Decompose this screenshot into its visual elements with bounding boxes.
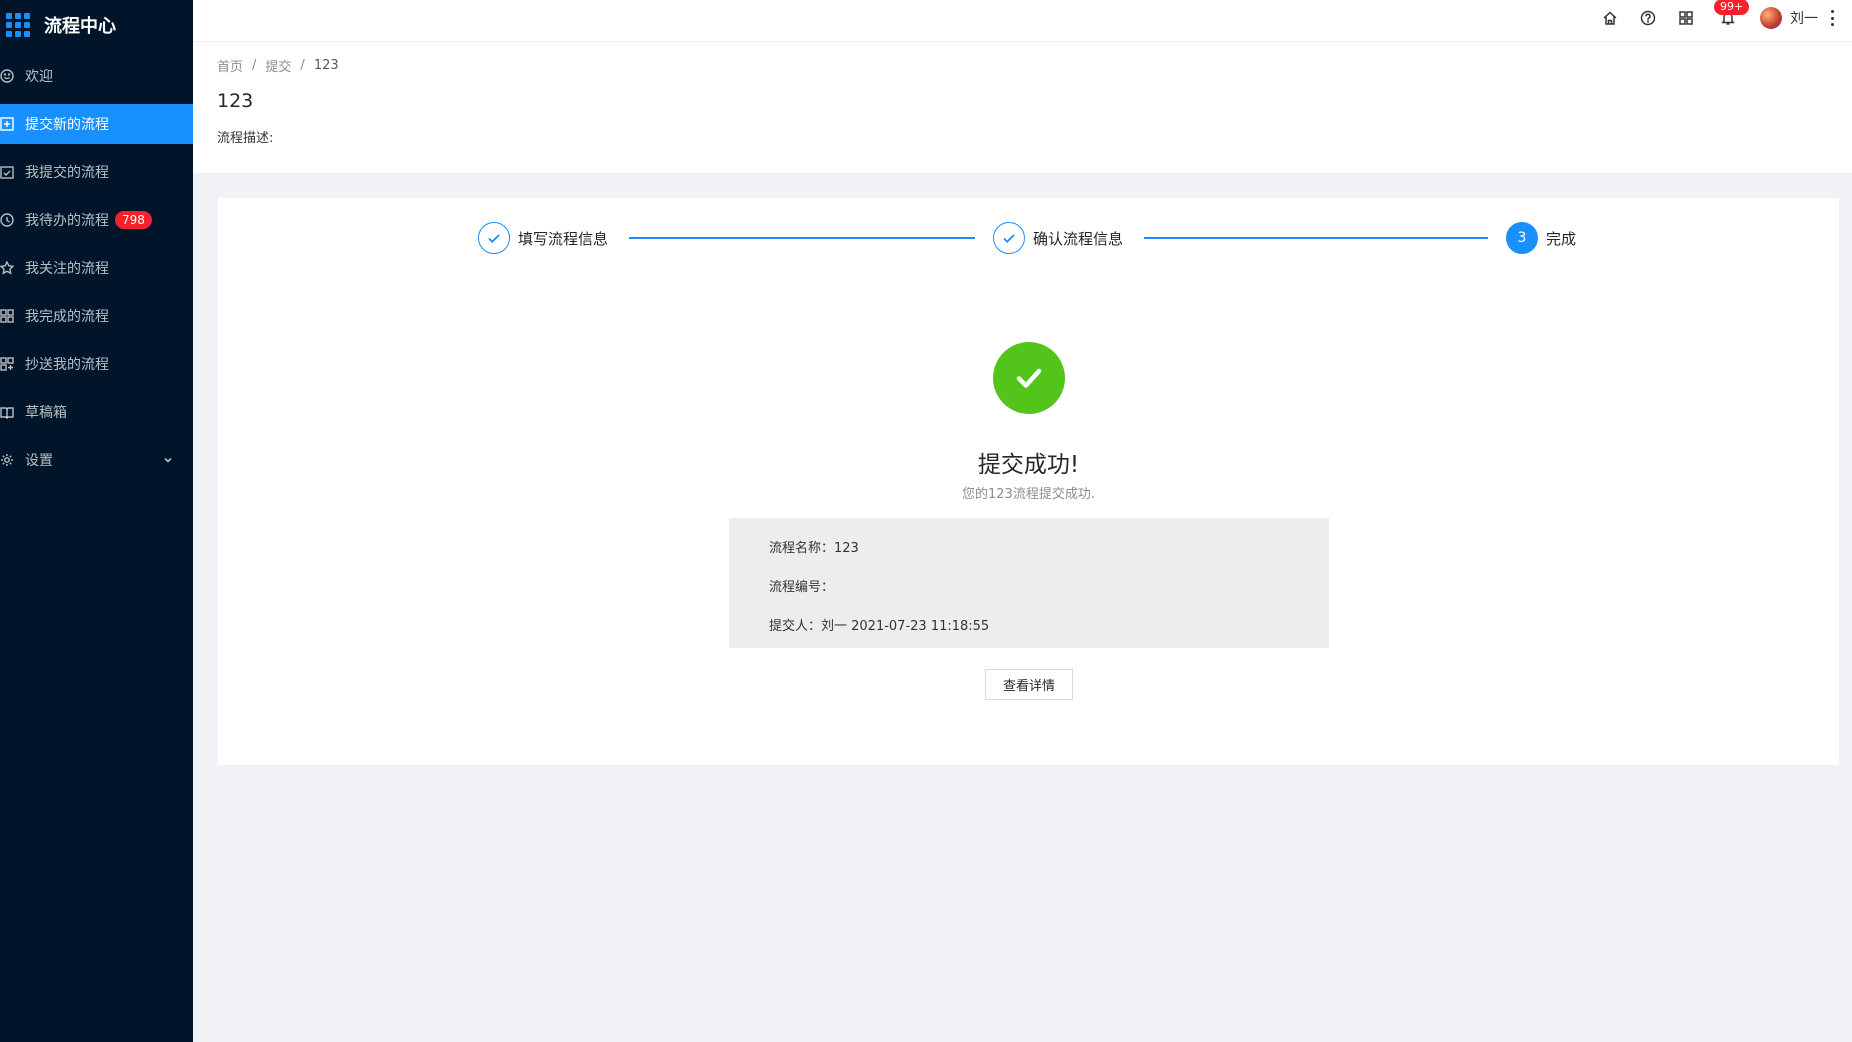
- breadcrumb-current: 123: [313, 58, 339, 73]
- step-number: 3: [1506, 222, 1538, 254]
- steps: 填写流程信息 确认流程信息 3 完成: [478, 222, 1598, 256]
- step-1: 填写流程信息: [478, 222, 608, 254]
- avatar[interactable]: [1760, 7, 1782, 29]
- sidebar-item-label: 欢迎: [25, 69, 53, 85]
- breadcrumb-parent[interactable]: 提交: [265, 56, 291, 75]
- breadcrumb-home[interactable]: 首页: [217, 56, 243, 75]
- check-icon: [993, 222, 1025, 254]
- result-title: 提交成功!: [977, 452, 1080, 478]
- sidebar-item-cc-to-me[interactable]: 抄送我的流程: [0, 344, 193, 384]
- sidebar-item-my-todo[interactable]: 我待办的流程 798: [0, 200, 193, 240]
- page-title: 123: [217, 90, 254, 112]
- apps-grid-icon: [6, 13, 30, 37]
- star-icon: [0, 261, 14, 275]
- sidebar-item-submit-new[interactable]: 提交新的流程: [0, 104, 193, 144]
- check-square-icon: [0, 165, 14, 179]
- header-actions: 99+ 刘一: [1580, 0, 1834, 36]
- logo[interactable]: 流程中心: [0, 0, 193, 50]
- sidebar-item-settings[interactable]: 设置: [0, 440, 193, 480]
- bell-icon[interactable]: 99+: [1714, 0, 1750, 26]
- sidebar-item-label: 我关注的流程: [25, 261, 109, 277]
- home-icon[interactable]: [1602, 10, 1618, 26]
- step-title: 确认流程信息: [1033, 229, 1124, 248]
- sidebar-item-label: 抄送我的流程: [25, 357, 109, 373]
- sidebar-item-label: 我待办的流程: [25, 213, 109, 229]
- sidebar-item-label: 设置: [25, 453, 53, 469]
- sidebar-item-my-followed[interactable]: 我关注的流程: [0, 248, 193, 288]
- success-check-icon: [993, 342, 1065, 414]
- step-title: 完成: [1546, 229, 1577, 248]
- view-details-button[interactable]: 查看详情: [985, 669, 1073, 700]
- app-title: 流程中心: [44, 16, 116, 37]
- sidebar-item-label: 提交新的流程: [25, 117, 109, 133]
- todo-count-badge: 798: [115, 211, 152, 229]
- book-icon: [0, 405, 14, 419]
- sidebar-item-label: 我完成的流程: [25, 309, 109, 325]
- breadcrumb-separator: /: [252, 58, 257, 73]
- clock-icon: [0, 213, 14, 227]
- step-3: 3 完成: [1506, 222, 1576, 254]
- notification-badge: 99+: [1714, 0, 1750, 15]
- check-icon: [478, 222, 510, 254]
- username[interactable]: 刘一: [1790, 8, 1818, 28]
- result-subtitle: 您的123流程提交成功.: [962, 487, 1095, 502]
- smile-icon: [0, 69, 14, 83]
- breadcrumb-separator: /: [300, 58, 305, 73]
- sidebar-item-label: 我提交的流程: [25, 165, 109, 181]
- sidebar-item-label: 草稿箱: [25, 405, 67, 421]
- copy-icon: [0, 357, 14, 371]
- process-name-row: 流程名称：123: [769, 541, 859, 556]
- page-header: 首页 / 提交 / 123 123 流程描述:: [193, 42, 1852, 173]
- step-connector: [1144, 237, 1488, 239]
- result-info-box: 流程名称：123 流程编号： 提交人：刘一 2021-07-23 11:18:5…: [729, 518, 1329, 648]
- sidebar-item-my-completed[interactable]: 我完成的流程: [0, 296, 193, 336]
- sidebar: 流程中心 欢迎 提交新的流程 我提交的流程 我待办的流程 798 我关注的流程 …: [0, 0, 193, 1042]
- result-card: 填写流程信息 确认流程信息 3 完成 提交成功! 您的123流程提交成功. 流程…: [218, 198, 1839, 765]
- help-icon[interactable]: [1640, 10, 1656, 26]
- breadcrumb: 首页 / 提交 / 123: [217, 56, 1852, 75]
- page-description: 流程描述:: [217, 131, 274, 146]
- more-vertical-icon[interactable]: [1830, 10, 1834, 26]
- sidebar-item-my-submitted[interactable]: 我提交的流程: [0, 152, 193, 192]
- apps-icon[interactable]: [1678, 10, 1694, 26]
- chevron-down-icon: [163, 453, 173, 463]
- grid-icon: [0, 309, 14, 323]
- sidebar-item-drafts[interactable]: 草稿箱: [0, 392, 193, 432]
- sidebar-menu: 欢迎 提交新的流程 我提交的流程 我待办的流程 798 我关注的流程 我完成的流…: [0, 56, 193, 480]
- process-number-row: 流程编号：: [769, 580, 835, 595]
- top-header: 99+ 刘一: [193, 0, 1852, 42]
- sidebar-item-welcome[interactable]: 欢迎: [0, 56, 193, 96]
- step-2: 确认流程信息: [993, 222, 1123, 254]
- plus-square-icon: [0, 117, 14, 131]
- submitter-row: 提交人：刘一 2021-07-23 11:18:55: [769, 619, 990, 634]
- gear-icon: [0, 453, 14, 467]
- step-title: 填写流程信息: [518, 229, 609, 248]
- step-connector: [629, 237, 975, 239]
